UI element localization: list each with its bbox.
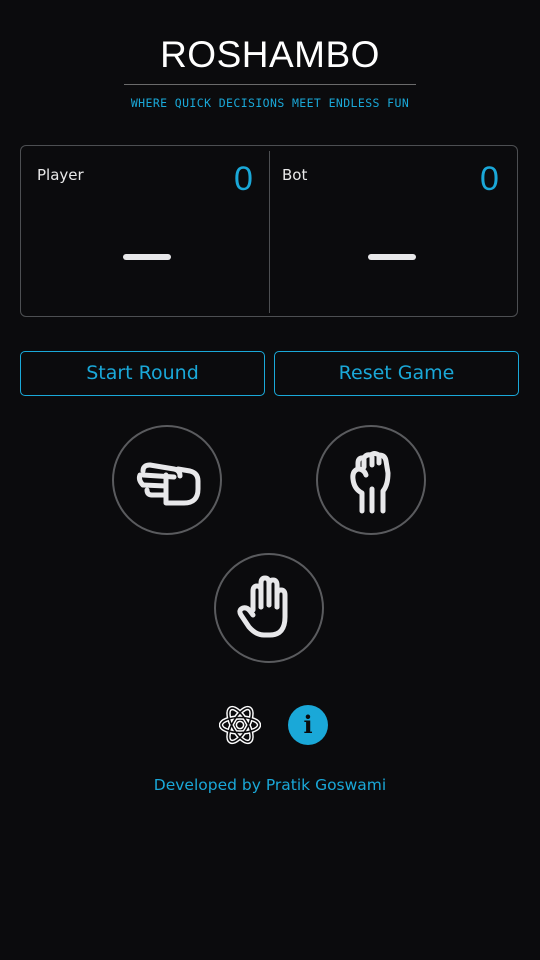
bot-choice-placeholder (368, 254, 416, 260)
scissors-button[interactable] (112, 425, 222, 535)
title-divider (124, 84, 416, 85)
paper-hand-icon (237, 575, 288, 638)
game-page: ROSHAMBO WHERE QUICK DECISIONS MEET ENDL… (0, 0, 540, 960)
app-tagline: WHERE QUICK DECISIONS MEET ENDLESS FUN (130, 96, 410, 110)
rock-button[interactable] (316, 425, 426, 535)
start-round-button[interactable]: Start Round (20, 351, 265, 396)
info-icon[interactable]: i (288, 705, 328, 745)
app-title: ROSHAMBO (160, 34, 380, 75)
bot-label: Bot (282, 166, 308, 184)
paper-button[interactable] (214, 553, 324, 663)
player-label: Player (37, 166, 84, 184)
react-atom-icon[interactable] (218, 704, 262, 746)
scoreboard: Player 0 Bot 0 (20, 145, 518, 317)
reset-game-button[interactable]: Reset Game (274, 351, 519, 396)
player-score: 0 (234, 160, 253, 198)
developer-credit[interactable]: Developed by Pratik Goswami (0, 776, 540, 794)
rock-fist-icon (350, 451, 391, 514)
player-choice-placeholder (123, 254, 171, 260)
bot-score: 0 (480, 160, 499, 198)
scissors-hand-icon (136, 462, 201, 506)
scoreboard-divider (269, 151, 270, 313)
